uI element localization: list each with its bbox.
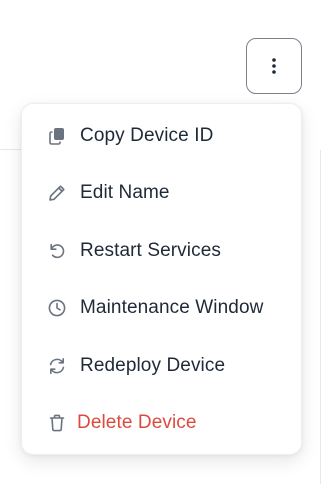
copy-icon (46, 125, 68, 147)
menu-item-maintenance-window[interactable]: Maintenance Window (22, 280, 301, 338)
menu-item-label: Maintenance Window (80, 297, 264, 319)
more-vertical-icon (271, 57, 277, 75)
menu-item-restart-services[interactable]: Restart Services (22, 222, 301, 280)
trash-icon (46, 412, 68, 434)
restart-icon (46, 240, 68, 262)
refresh-icon (46, 355, 68, 377)
menu-item-redeploy-device[interactable]: Redeploy Device (22, 337, 301, 395)
menu-item-edit-name[interactable]: Edit Name (22, 165, 301, 223)
menu-item-label: Delete Device (77, 412, 197, 434)
menu-item-label: Edit Name (80, 182, 170, 204)
pencil-icon (46, 182, 68, 204)
menu-item-label: Redeploy Device (80, 354, 226, 376)
menu-item-label: Restart Services (80, 239, 221, 261)
background-panel-edge (320, 150, 321, 484)
clock-icon (46, 297, 68, 319)
menu-item-delete-device[interactable]: Delete Device (22, 395, 301, 453)
device-actions-menu: Copy Device ID Edit Name Restart Service… (21, 103, 302, 455)
more-options-button[interactable] (246, 38, 302, 94)
menu-item-copy-device-id[interactable]: Copy Device ID (22, 107, 301, 165)
menu-item-label: Copy Device ID (80, 124, 214, 146)
